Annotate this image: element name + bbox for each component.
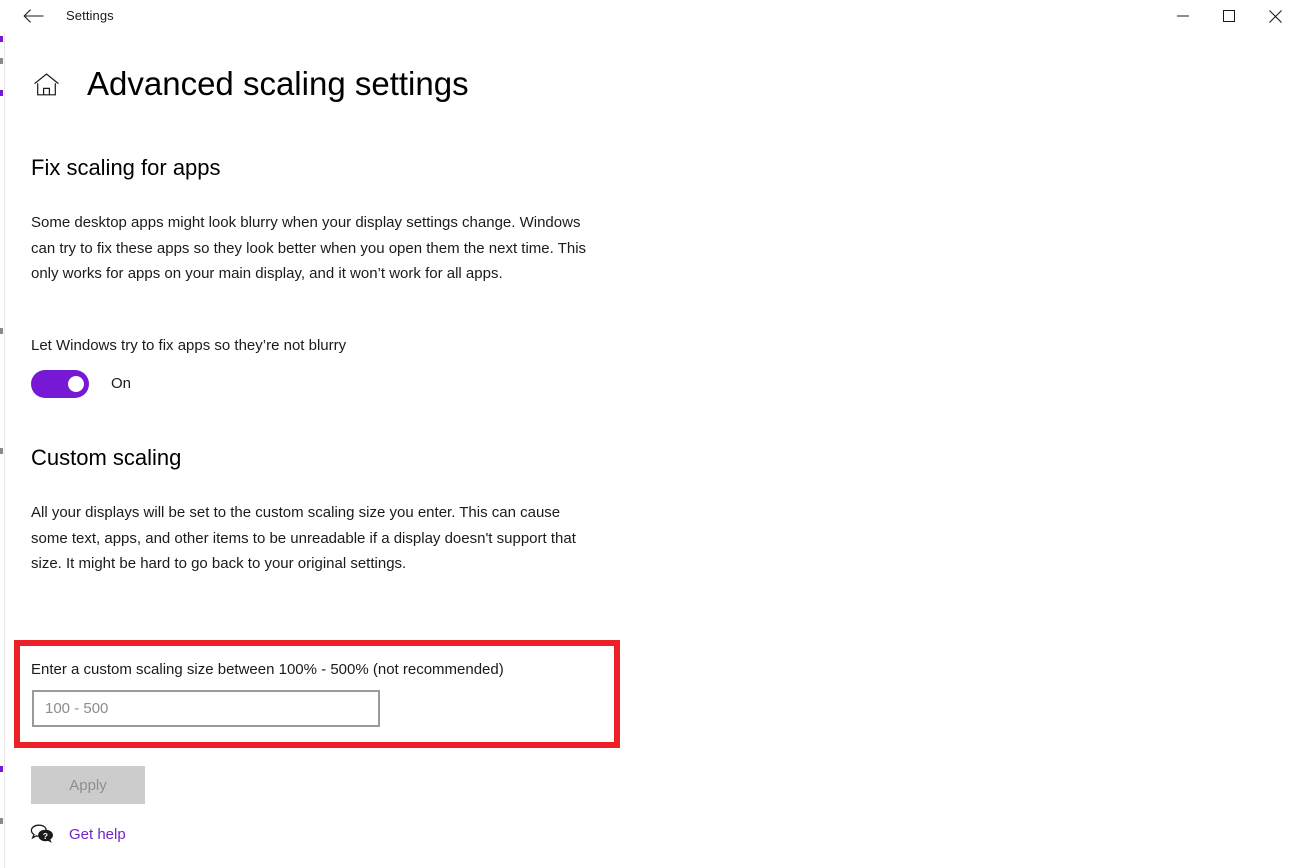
get-help-link[interactable]: Get help [69, 824, 126, 846]
fix-apps-toggle-state: On [111, 375, 132, 392]
svg-text:?: ? [43, 831, 48, 841]
close-icon [1268, 9, 1282, 23]
apply-button[interactable]: Apply [31, 766, 145, 804]
window-titlebar: Settings [0, 0, 1298, 32]
app-title: Settings [66, 8, 114, 23]
back-arrow-icon [23, 7, 45, 25]
fix-apps-toggle-row: On [31, 370, 131, 398]
fix-apps-toggle-label: Let Windows try to fix apps so they’re n… [31, 337, 347, 354]
minimize-button[interactable] [1160, 0, 1206, 32]
window-controls [1160, 0, 1298, 32]
custom-scaling-description: All your displays will be set to the cus… [31, 504, 576, 572]
minimize-icon [1177, 10, 1189, 22]
home-icon[interactable] [31, 69, 61, 99]
section-heading-fix-scaling: Fix scaling for apps [31, 155, 221, 180]
back-button[interactable] [14, 1, 54, 31]
maximize-icon [1223, 10, 1235, 22]
toggle-knob [68, 376, 84, 392]
fix-scaling-description: Some desktop apps might look blurry when… [31, 214, 587, 282]
get-help-row[interactable]: ? Get help [29, 822, 126, 848]
close-button[interactable] [1252, 0, 1298, 32]
page-title: Advanced scaling settings [87, 65, 469, 102]
section-heading-custom-scaling: Custom scaling [31, 445, 182, 470]
custom-scaling-field-label: Enter a custom scaling size between 100%… [31, 661, 504, 678]
settings-content: Advanced scaling settings Fix scaling fo… [0, 32, 1298, 868]
maximize-button[interactable] [1206, 0, 1252, 32]
fix-apps-toggle[interactable] [31, 370, 89, 398]
custom-scaling-input-field[interactable] [32, 690, 380, 727]
help-bubble-icon: ? [29, 822, 55, 848]
page-header: Advanced scaling settings [31, 64, 469, 104]
